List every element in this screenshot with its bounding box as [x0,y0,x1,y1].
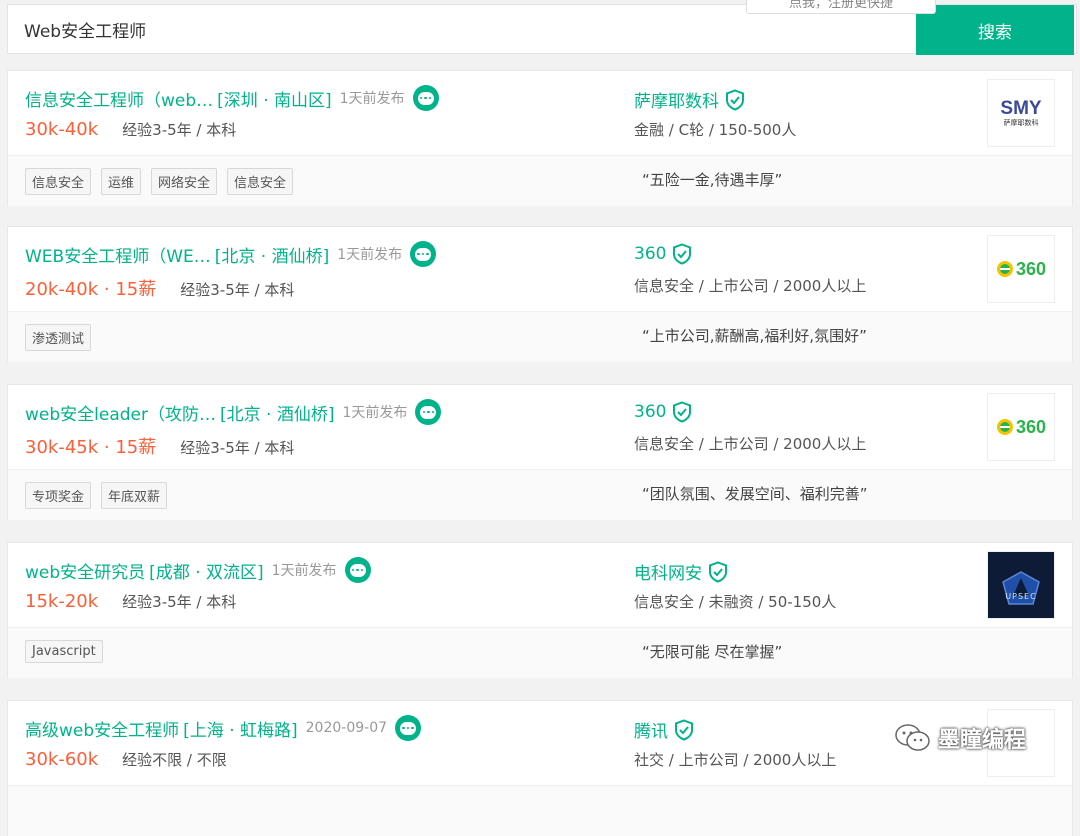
publish-time: 1天前发布 [271,563,337,579]
job-tags: 专项奖金 年底双薪 [25,482,168,509]
company-info: 信息安全 / 上市公司 / 2000人以上 [634,435,867,453]
company-logo[interactable]: SMY 萨摩耶数科 [987,79,1055,147]
search-input[interactable]: Web安全工程师 [24,17,146,42]
smy-logo-text: SMY [1000,98,1042,119]
verified-shield-icon [673,401,692,423]
360-logo-icon [996,261,1013,277]
company-logo[interactable]: 360 [987,235,1055,303]
company-name[interactable]: 360 [634,401,692,423]
company-logo[interactable]: 360 [987,393,1055,461]
job-advantage: “团队氛围、发展空间、福利完善” [642,485,868,503]
company-info: 信息安全 / 未融资 / 50-150人 [634,593,837,611]
job-tag[interactable]: Javascript [25,640,103,663]
job-title[interactable]: 高级web安全工程师 [25,716,179,741]
job-card-footer: 渗透测试 “上市公司,薪酬高,福利好,氛围好” [8,311,1072,362]
job-tag[interactable]: 网络安全 [151,168,218,195]
job-tag[interactable]: 信息安全 [227,168,294,195]
job-card-footer: 专项奖金 年底双薪 “团队氛围、发展空间、福利完善” [8,469,1072,520]
verified-shield-icon [673,243,692,265]
job-title[interactable]: WEB安全工程师（WE… [25,242,211,267]
company-name[interactable]: 腾讯 [634,717,694,742]
job-advantage: “无限可能 尽在掌握” [642,643,783,661]
job-requirement: 经验3-5年 / 本科 [180,439,295,457]
job-location[interactable]: [上海 · 虹梅路] [183,716,297,741]
job-title[interactable]: web安全研究员 [25,558,145,583]
search-button[interactable]: 搜索 [916,5,1074,55]
upsec-logo-text: UPSEC [1005,591,1037,601]
360-logo-text: 360 [1015,416,1047,437]
job-card[interactable]: 信息安全工程师（web… [深圳 · 南山区] 1天前发布 30k-40k 经验… [7,70,1073,206]
job-tag[interactable]: 渗透测试 [25,324,92,351]
salary: 30k-45k · 15薪 [25,437,157,458]
company-info: 金融 / C轮 / 150-500人 [634,121,797,139]
company-info: 社交 / 上市公司 / 2000人以上 [634,751,837,769]
company-name-text[interactable]: 电科网安 [634,559,702,584]
chat-icon[interactable] [344,557,371,583]
verified-shield-icon [726,88,744,111]
job-card-footer: Javascript “无限可能 尽在掌握” [8,627,1072,678]
job-advantage: “五险一金,待遇丰厚” [642,171,783,189]
company-info: 信息安全 / 上市公司 / 2000人以上 [634,277,867,295]
chat-icon[interactable] [412,85,439,111]
job-tag[interactable]: 运维 [101,168,142,195]
360-logo-text: 360 [1015,258,1047,279]
company-name[interactable]: 360 [634,243,692,265]
company-name-text[interactable]: 萨摩耶数科 [634,87,719,112]
job-title[interactable]: 信息安全工程师（web… [25,86,213,111]
job-tag[interactable]: 年底双薪 [101,482,168,509]
job-card[interactable]: WEB安全工程师（WE… [北京 · 酒仙桥] 1天前发布 20k-40k · … [7,226,1073,362]
job-advantage: “上市公司,薪酬高,福利好,氛围好” [642,327,867,345]
job-tag[interactable]: 信息安全 [25,168,92,195]
job-tags: 信息安全 运维 网络安全 信息安全 [25,168,294,195]
job-requirement: 经验不限 / 不限 [122,751,227,769]
job-location[interactable]: [成都 · 双流区] [149,558,263,583]
watermark: 墨瞳编程 [894,722,1026,754]
job-tags: 渗透测试 [25,324,92,351]
job-card-footer: 信息安全 运维 网络安全 信息安全 “五险一金,待遇丰厚” [8,155,1072,206]
company-name[interactable]: 萨摩耶数科 [634,87,745,112]
wechat-icon [895,724,930,751]
register-tooltip: 点我，注册更快捷 [746,0,936,14]
verified-shield-icon [675,718,693,741]
chat-icon[interactable] [410,241,437,267]
publish-time: 1天前发布 [337,247,403,263]
job-location[interactable]: [北京 · 酒仙桥] [215,242,329,267]
job-location[interactable]: [深圳 · 南山区] [217,86,331,111]
job-requirement: 经验3-5年 / 本科 [122,593,237,611]
company-name-text[interactable]: 360 [634,402,666,422]
publish-time: 1天前发布 [339,91,405,107]
job-tags: Javascript [25,640,103,663]
company-logo[interactable]: UPSEC [987,551,1055,619]
chat-icon[interactable] [395,715,422,741]
job-card-footer [8,785,1072,836]
job-card[interactable]: web安全leader（攻防… [北京 · 酒仙桥] 1天前发布 30k-45k… [7,384,1073,520]
chat-icon[interactable] [415,399,442,425]
salary: 15k-20k [25,591,99,612]
job-location[interactable]: [北京 · 酒仙桥] [220,400,334,425]
salary: 30k-60k [25,749,99,770]
salary: 20k-40k · 15薪 [25,279,157,300]
job-requirement: 经验3-5年 / 本科 [180,281,295,299]
company-name-text[interactable]: 360 [634,244,666,264]
publish-time: 2020-09-07 [305,720,388,736]
job-card[interactable]: web安全研究员 [成都 · 双流区] 1天前发布 15k-20k 经验3-5年… [7,542,1073,678]
watermark-text: 墨瞳编程 [938,728,1027,753]
job-card[interactable]: 高级web安全工程师 [上海 · 虹梅路] 2020-09-07 30k-60k… [7,700,1073,836]
360-logo-icon [996,419,1013,435]
job-requirement: 经验3-5年 / 本科 [122,121,237,139]
salary: 30k-40k [25,119,99,140]
company-name[interactable]: 电科网安 [634,559,728,584]
job-tag[interactable]: 专项奖金 [25,482,92,509]
smy-logo-sub: 萨摩耶数科 [1003,119,1039,127]
publish-time: 1天前发布 [342,405,408,421]
job-title[interactable]: web安全leader（攻防… [25,400,216,425]
company-name-text[interactable]: 腾讯 [634,717,668,742]
verified-shield-icon [709,560,727,583]
